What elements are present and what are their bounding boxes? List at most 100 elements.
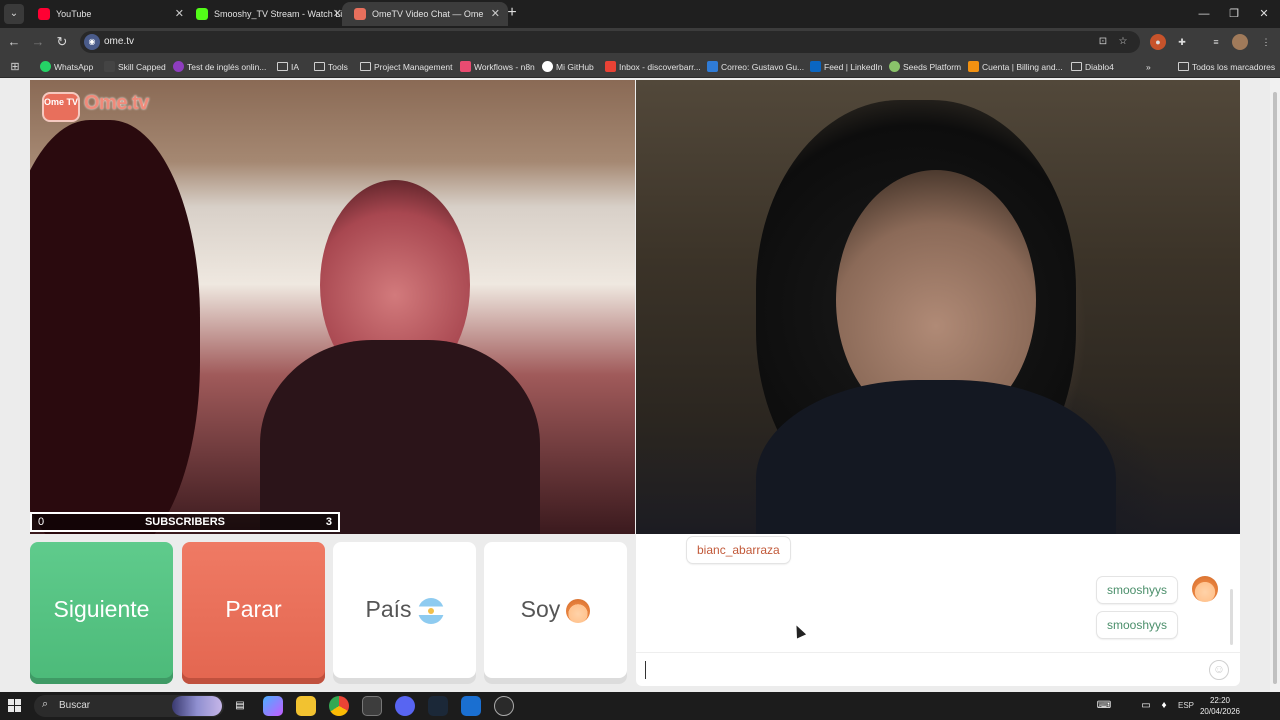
clock-time: 22:20	[1209, 696, 1231, 705]
seeds-icon	[889, 61, 900, 72]
search-icon: ⌕	[42, 698, 49, 710]
bookmark-aws-billing[interactable]: Cuenta | Billing and...	[968, 56, 1063, 78]
profile-avatar[interactable]	[1232, 34, 1248, 50]
system-clock[interactable]: 22:20 20/04/2026	[1196, 695, 1244, 717]
next-button-label: Siguiente	[53, 596, 150, 622]
bookmark-label: Seeds Platform	[903, 62, 962, 72]
tab-kick-stream[interactable]: Smooshy_TV Stream - Watch Li ✕	[184, 2, 350, 26]
chrome-active-icon[interactable]	[362, 696, 382, 716]
folder-icon	[277, 62, 288, 71]
discord-icon[interactable]	[395, 696, 415, 716]
country-button[interactable]: País	[333, 542, 476, 684]
stranger-video: Ome TV Ome.tv 0 SUBSCRIBERS 3	[30, 80, 635, 534]
restore-button[interactable]: ❐	[1218, 0, 1250, 28]
all-bookmarks-folder[interactable]: Todos los marcadores	[1178, 56, 1275, 78]
linkedin-icon	[810, 61, 821, 72]
chat-message-stranger: bianc_abarraza	[687, 537, 790, 563]
search-highlight-image	[172, 696, 222, 716]
back-button[interactable]: ←	[4, 32, 24, 52]
bookmark-label: Workflows - n8n	[474, 62, 535, 72]
close-icon[interactable]: ✕	[175, 2, 184, 26]
bookmark-label: Skill Capped	[118, 62, 166, 72]
gender-button[interactable]: Soy	[484, 542, 627, 684]
close-icon[interactable]: ✕	[491, 2, 500, 26]
new-tab-button[interactable]: +	[504, 3, 520, 23]
bookmark-inbox[interactable]: Inbox - discoverbarr...	[605, 56, 701, 78]
bookmark-whatsapp[interactable]: WhatsApp	[40, 56, 93, 78]
country-button-label: País	[365, 596, 412, 622]
network-icon[interactable]: ▭	[1138, 696, 1154, 716]
bookmark-label: IA	[291, 62, 300, 72]
chat-input[interactable]: ☺	[636, 652, 1240, 686]
minimize-button[interactable]: —	[1188, 0, 1220, 28]
taskbar-search[interactable]: ⌕ Buscar	[34, 695, 224, 717]
media-control-icon[interactable]: ≡	[1208, 34, 1224, 50]
bookmark-label: Mi GitHub	[556, 62, 594, 72]
forward-button[interactable]: →	[28, 32, 48, 52]
whatsapp-icon	[40, 61, 51, 72]
extensions-puzzle-icon[interactable]: ✚	[1174, 34, 1190, 50]
steam-icon[interactable]	[428, 696, 448, 716]
text-caret	[645, 661, 646, 679]
tab-ometv[interactable]: OmeTV Video Chat — Ome ✕	[342, 2, 508, 26]
tab-title: Smooshy_TV Stream - Watch Li	[214, 9, 343, 19]
bookmark-folder-project-management[interactable]: Project Management	[360, 56, 452, 78]
address-bar[interactable]: ◉ ome.tv ⊡ ☆	[80, 31, 1140, 53]
self-avatar-icon	[1192, 576, 1218, 602]
close-window-button[interactable]: ✕	[1248, 0, 1280, 28]
emoji-icon[interactable]: ☺	[1209, 660, 1229, 680]
bookmark-star-icon[interactable]: ☆	[1116, 35, 1130, 49]
windows-taskbar: ⌕ Buscar ▤ ⌨ ▭ ♦ ESP 22:20 20/04/2026	[0, 692, 1280, 720]
bookmark-seeds[interactable]: Seeds Platform	[889, 56, 961, 78]
bookmarks-bar: ⊞ WhatsApp Skill Capped Test de inglés o…	[0, 56, 1280, 78]
bookmark-folder-diablo4[interactable]: Diablo4	[1071, 56, 1114, 78]
chat-scrollbar[interactable]	[1230, 589, 1233, 645]
windows-start-icon[interactable]	[8, 699, 22, 713]
microphone-icon[interactable]: ♦	[1156, 696, 1172, 716]
site-info-icon[interactable]: ◉	[84, 34, 100, 50]
install-app-icon[interactable]: ⊡	[1096, 35, 1110, 49]
bookmark-correo[interactable]: Correo: Gustavo Gu...	[707, 56, 804, 78]
chrome-icon[interactable]	[329, 696, 349, 716]
close-icon[interactable]: ✕	[333, 2, 342, 26]
bookmark-label: Test de inglés onlin...	[187, 62, 267, 72]
obs-icon[interactable]	[494, 696, 514, 716]
bookmark-folder-tools[interactable]: Tools	[314, 56, 348, 78]
bookmark-test-ingles[interactable]: Test de inglés onlin...	[173, 56, 266, 78]
mail-icon	[605, 61, 616, 72]
url-text[interactable]: ome.tv	[104, 31, 134, 53]
copilot-icon[interactable]	[263, 696, 283, 716]
folder-icon	[1071, 62, 1082, 71]
tab-youtube[interactable]: YouTube ✕	[26, 2, 192, 26]
n8n-icon	[460, 61, 471, 72]
reload-button[interactable]: ↻	[52, 32, 72, 52]
scrollbar-thumb[interactable]	[1273, 92, 1277, 684]
apps-grid-icon[interactable]: ⊞	[5, 57, 25, 77]
keyboard-icon[interactable]: ⌨	[1096, 696, 1112, 716]
page-scrollbar[interactable]	[1270, 78, 1280, 692]
bookmark-label: Feed | LinkedIn	[824, 62, 883, 72]
person-silhouette	[30, 120, 200, 534]
outlook-icon	[707, 61, 718, 72]
self-video	[636, 80, 1240, 534]
bookmark-github[interactable]: Mi GitHub	[542, 56, 594, 78]
bookmark-label: WhatsApp	[54, 62, 94, 72]
bookmark-label: Project Management	[374, 62, 453, 72]
language-indicator[interactable]: ESP	[1178, 692, 1194, 720]
bookmarks-overflow-button[interactable]: »	[1140, 56, 1151, 78]
argentina-flag-icon	[417, 597, 444, 624]
stop-button[interactable]: Parar	[182, 542, 325, 684]
task-view-icon[interactable]: ▤	[230, 696, 250, 716]
battlenet-icon[interactable]	[461, 696, 481, 716]
extension-icon[interactable]: ●	[1150, 34, 1166, 50]
bookmark-linkedin[interactable]: Feed | LinkedIn	[810, 56, 882, 78]
bookmark-n8n[interactable]: Workflows - n8n	[460, 56, 535, 78]
bookmark-folder-ia[interactable]: IA	[277, 56, 299, 78]
folder-icon	[1178, 62, 1189, 71]
next-button[interactable]: Siguiente	[30, 542, 173, 684]
file-explorer-icon[interactable]	[296, 696, 316, 716]
bookmark-skill-capped[interactable]: Skill Capped	[104, 56, 166, 78]
menu-kebab-icon[interactable]: ⋮	[1258, 34, 1274, 50]
tab-search-button[interactable]: ⌄	[4, 4, 24, 24]
gender-button-label: Soy	[520, 596, 561, 622]
